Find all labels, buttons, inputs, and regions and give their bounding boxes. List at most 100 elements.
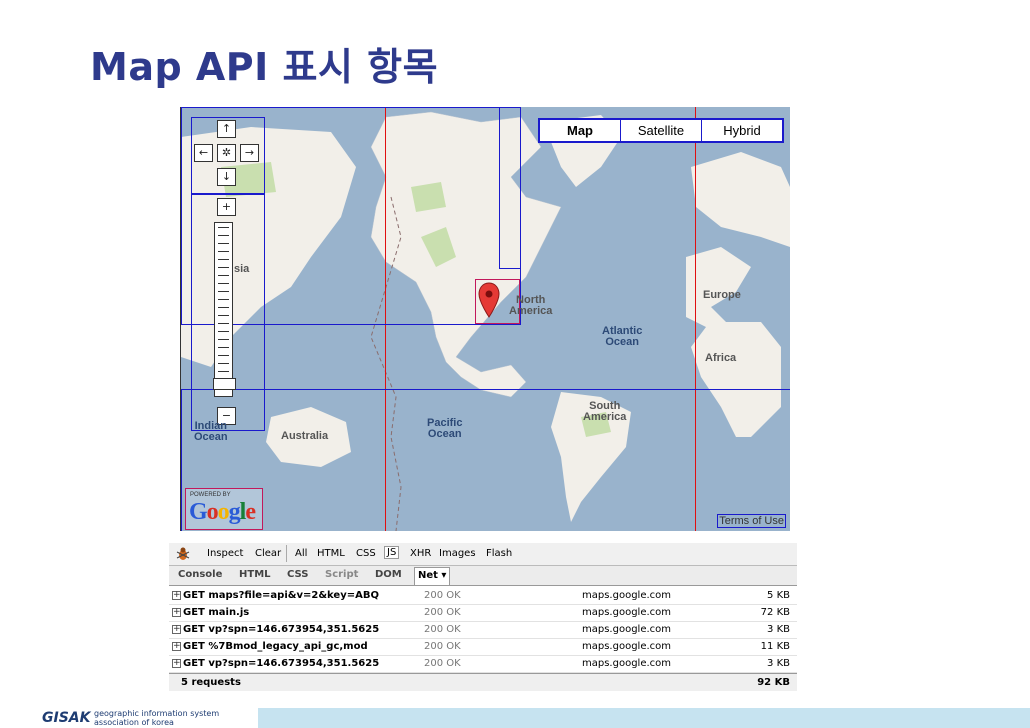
tab-net[interactable]: Net ▾ <box>414 567 451 585</box>
zoom-in-button[interactable]: + <box>217 198 236 216</box>
request-url: GET maps?file=api&v=2&key=ABQ <box>183 590 379 601</box>
firebug-bug-icon[interactable] <box>175 546 191 562</box>
inspect-button[interactable]: Inspect <box>207 548 243 559</box>
request-row[interactable]: + GET vp?spn=146.673954,351.5625 200 OK … <box>169 655 797 673</box>
map-type-satellite[interactable]: Satellite <box>621 120 702 141</box>
request-url: GET %7Bmod_legacy_api_gc,mod <box>183 641 368 652</box>
pan-up-button[interactable]: ↑ <box>217 120 236 138</box>
filter-html[interactable]: HTML <box>317 548 345 559</box>
zoom-slider-thumb[interactable] <box>213 378 236 390</box>
footer-logo: GISAK geographic information system asso… <box>38 708 256 728</box>
grid-line <box>181 389 790 390</box>
expand-icon[interactable]: + <box>172 642 181 651</box>
filter-images[interactable]: Images <box>439 548 476 559</box>
tab-dom[interactable]: DOM <box>375 569 402 580</box>
grid-line <box>695 107 696 531</box>
google-logo: Google <box>189 499 256 526</box>
google-letter: o <box>206 499 219 525</box>
firebug-tabs: Console HTML CSS Script DOM Net ▾ <box>169 566 797 586</box>
google-letter: o <box>217 499 230 525</box>
tab-script[interactable]: Script <box>325 569 358 580</box>
request-domain: maps.google.com <box>582 658 672 669</box>
label-europe: Europe <box>703 289 741 301</box>
expand-icon[interactable]: + <box>172 659 181 668</box>
label-indian-ocean: Indian Ocean <box>194 420 228 443</box>
label-south-america: South America <box>583 400 627 423</box>
request-url: GET vp?spn=146.673954,351.5625 <box>183 624 380 635</box>
firebug-toolbar: Inspect Clear All HTML CSS JS XHR Images… <box>169 543 797 566</box>
plus-icon: + <box>221 200 232 213</box>
map-landmass <box>181 111 790 531</box>
request-row[interactable]: + GET maps?file=api&v=2&key=ABQ 200 OK m… <box>169 587 797 605</box>
google-letter: G <box>189 499 208 525</box>
tab-html[interactable]: HTML <box>239 569 271 580</box>
request-url: GET vp?spn=146.673954,351.5625 <box>183 658 380 669</box>
expand-icon[interactable]: + <box>172 608 181 617</box>
tab-console[interactable]: Console <box>178 569 222 580</box>
firebug-panel: Inspect Clear All HTML CSS JS XHR Images… <box>169 543 797 691</box>
request-domain: maps.google.com <box>582 607 672 618</box>
google-letter: e <box>245 499 256 525</box>
label-africa: Africa <box>705 352 737 364</box>
toolbar-divider <box>286 545 287 562</box>
pan-left-button[interactable]: ← <box>194 144 213 162</box>
label-north-america: North America <box>509 294 553 317</box>
request-size: 72 KB <box>760 607 790 618</box>
request-url: GET main.js <box>183 607 250 618</box>
request-domain: maps.google.com <box>582 624 672 635</box>
map-canvas[interactable]: Map Satellite Hybrid ↑ ← ✲ → ↓ + − North… <box>180 107 790 531</box>
requests-summary: 5 requests 92 KB <box>169 673 797 691</box>
request-row[interactable]: + GET %7Bmod_legacy_api_gc,mod 200 OK ma… <box>169 638 797 656</box>
center-icon: ✲ <box>221 146 232 159</box>
arrow-left-icon: ← <box>198 146 209 159</box>
label-australia: Australia <box>281 430 329 442</box>
clear-button[interactable]: Clear <box>255 548 281 559</box>
expand-icon[interactable]: + <box>172 625 181 634</box>
arrow-right-icon: → <box>244 146 255 159</box>
request-count: 5 requests <box>181 677 241 688</box>
expand-icon[interactable]: + <box>172 591 181 600</box>
request-domain: maps.google.com <box>582 641 672 652</box>
filter-all[interactable]: All <box>295 548 307 559</box>
footer-bar <box>258 708 1030 728</box>
request-status: 200 OK <box>424 658 461 669</box>
tab-css[interactable]: CSS <box>287 569 308 580</box>
zoom-slider-track[interactable] <box>214 222 233 397</box>
google-letter: g <box>228 499 241 525</box>
pan-right-button[interactable]: → <box>240 144 259 162</box>
request-status: 200 OK <box>424 641 461 652</box>
arrow-down-icon: ↓ <box>221 170 232 183</box>
gisak-logo: GISAK <box>42 710 91 726</box>
map-type-control: Map Satellite Hybrid <box>538 118 784 143</box>
request-size: 3 KB <box>767 624 790 635</box>
filter-flash[interactable]: Flash <box>486 548 512 559</box>
label-asia-fragment: sia <box>234 263 250 275</box>
map-type-map[interactable]: Map <box>540 120 621 141</box>
filter-css[interactable]: CSS <box>356 548 376 559</box>
pan-down-button[interactable]: ↓ <box>217 168 236 186</box>
powered-by-google[interactable]: POWERED BY Google <box>185 488 263 530</box>
footer-line1: geographic information system <box>94 709 220 718</box>
request-size: 3 KB <box>767 658 790 669</box>
request-status: 200 OK <box>424 590 461 601</box>
label-pacific-ocean: Pacific Ocean <box>427 417 463 440</box>
slide-title: Map API 표시 항목 <box>90 45 439 89</box>
map-marker-icon[interactable] <box>477 281 501 319</box>
map-type-hybrid[interactable]: Hybrid <box>702 120 782 141</box>
request-size: 11 KB <box>760 641 790 652</box>
request-status: 200 OK <box>424 607 461 618</box>
pan-center-button[interactable]: ✲ <box>217 144 236 162</box>
request-total-size: 92 KB <box>757 677 790 688</box>
request-row[interactable]: + GET vp?spn=146.673954,351.5625 200 OK … <box>169 621 797 639</box>
grid-line <box>385 107 386 531</box>
request-domain: maps.google.com <box>582 590 672 601</box>
label-atlantic-ocean: Atlantic Ocean <box>602 325 643 348</box>
powered-by-text: POWERED BY <box>190 492 231 498</box>
request-status: 200 OK <box>424 624 461 635</box>
filter-xhr[interactable]: XHR <box>410 548 431 559</box>
terms-of-use-link[interactable]: Terms of Use <box>717 514 786 528</box>
filter-js[interactable]: JS <box>384 546 400 559</box>
footer-line2: association of korea <box>94 718 174 727</box>
arrow-up-icon: ↑ <box>221 122 232 135</box>
request-row[interactable]: + GET main.js 200 OK maps.google.com 72 … <box>169 604 797 622</box>
